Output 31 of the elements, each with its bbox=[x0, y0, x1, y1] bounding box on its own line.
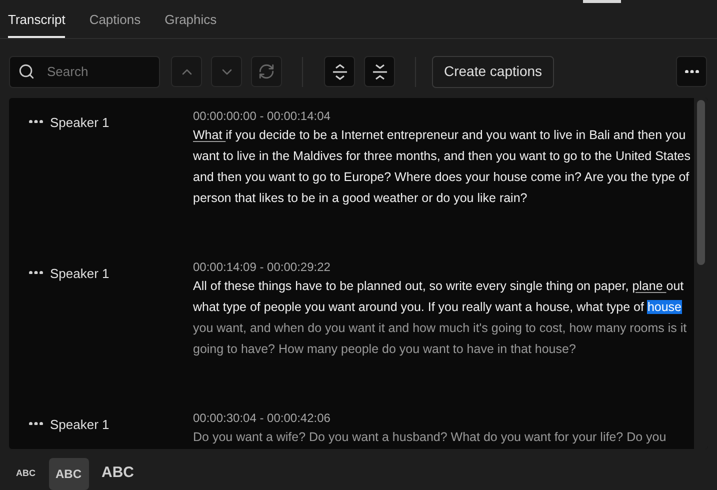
transcript-text: What if you decide to be a Internet entrepreneur and you want to live in Bali and then you want to live in the Maldives for three months, and then you want to go to the United States and then you want to go to Europe? Where does your house come in? Are you the type of person that likes to be in a good weather or do you like rain? bbox=[193, 126, 691, 207]
more-icon[interactable] bbox=[29, 422, 43, 425]
timestamp: 00:00:14:09 - 00:00:29:22 bbox=[193, 258, 332, 276]
expand-icon bbox=[332, 62, 348, 80]
speaker-label[interactable]: Speaker 1 bbox=[50, 414, 110, 434]
refresh-icon bbox=[258, 63, 275, 80]
tab[interactable]: Captions bbox=[89, 10, 141, 38]
text-size-button[interactable]: ABC bbox=[94, 458, 141, 490]
text-size-button[interactable]: ABC bbox=[9, 458, 42, 490]
tab[interactable]: Transcript bbox=[8, 10, 66, 38]
refresh-button[interactable] bbox=[251, 56, 282, 87]
search-icon bbox=[18, 63, 35, 80]
active-panel-indicator bbox=[583, 0, 621, 3]
search-bar[interactable]: Search bbox=[9, 56, 160, 88]
transcript-text: Do you want a wife? Do you want a husband? What do you want for your life? Do you bbox=[193, 428, 668, 446]
transcript-text: All of these things have to be planned out, so write every single thing on paper, plane out what type of people you want around you. If you really want a house, what type of house you want, and when do you want it and how much it's going to cost, how many rooms is it going to have? How many people do you want to have in that house? bbox=[193, 278, 688, 358]
search-field[interactable]: Search bbox=[47, 62, 137, 82]
tab[interactable]: Graphics bbox=[164, 10, 217, 38]
timestamp: 00:00:00:00 - 00:00:14:04 bbox=[193, 108, 332, 124]
more-icon[interactable] bbox=[29, 120, 43, 123]
text-size-button[interactable]: ABC bbox=[48, 458, 88, 490]
collapse-button[interactable] bbox=[364, 56, 395, 87]
speaker-label[interactable]: Speaker 1 bbox=[50, 264, 110, 283]
create-captions-button[interactable]: Create captions bbox=[432, 56, 554, 88]
expand-button[interactable] bbox=[324, 56, 355, 87]
timestamp: 00:00:30:04 - 00:00:42:06 bbox=[193, 410, 332, 426]
collapse-icon bbox=[372, 62, 388, 80]
speaker-label[interactable]: Speaker 1 bbox=[50, 112, 110, 132]
more-icon[interactable] bbox=[684, 70, 698, 74]
more-button[interactable] bbox=[676, 56, 707, 87]
more-icon[interactable] bbox=[29, 270, 43, 274]
